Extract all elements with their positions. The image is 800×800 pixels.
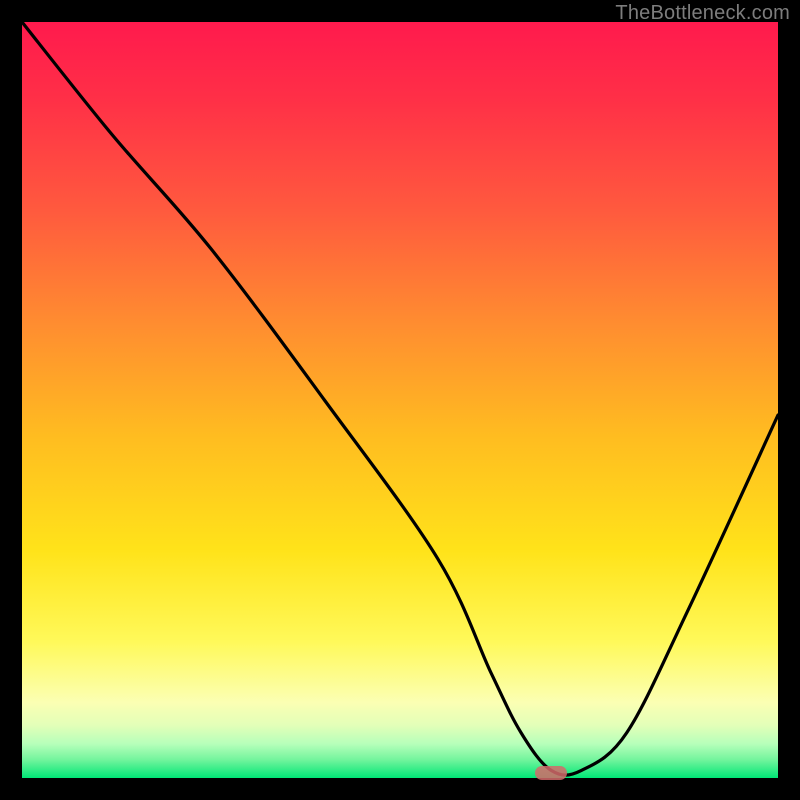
chart-frame: TheBottleneck.com <box>0 0 800 800</box>
bottleneck-curve <box>22 22 778 778</box>
plot-area <box>22 22 778 778</box>
watermark-text: TheBottleneck.com <box>615 2 790 25</box>
optimal-marker <box>535 766 567 780</box>
